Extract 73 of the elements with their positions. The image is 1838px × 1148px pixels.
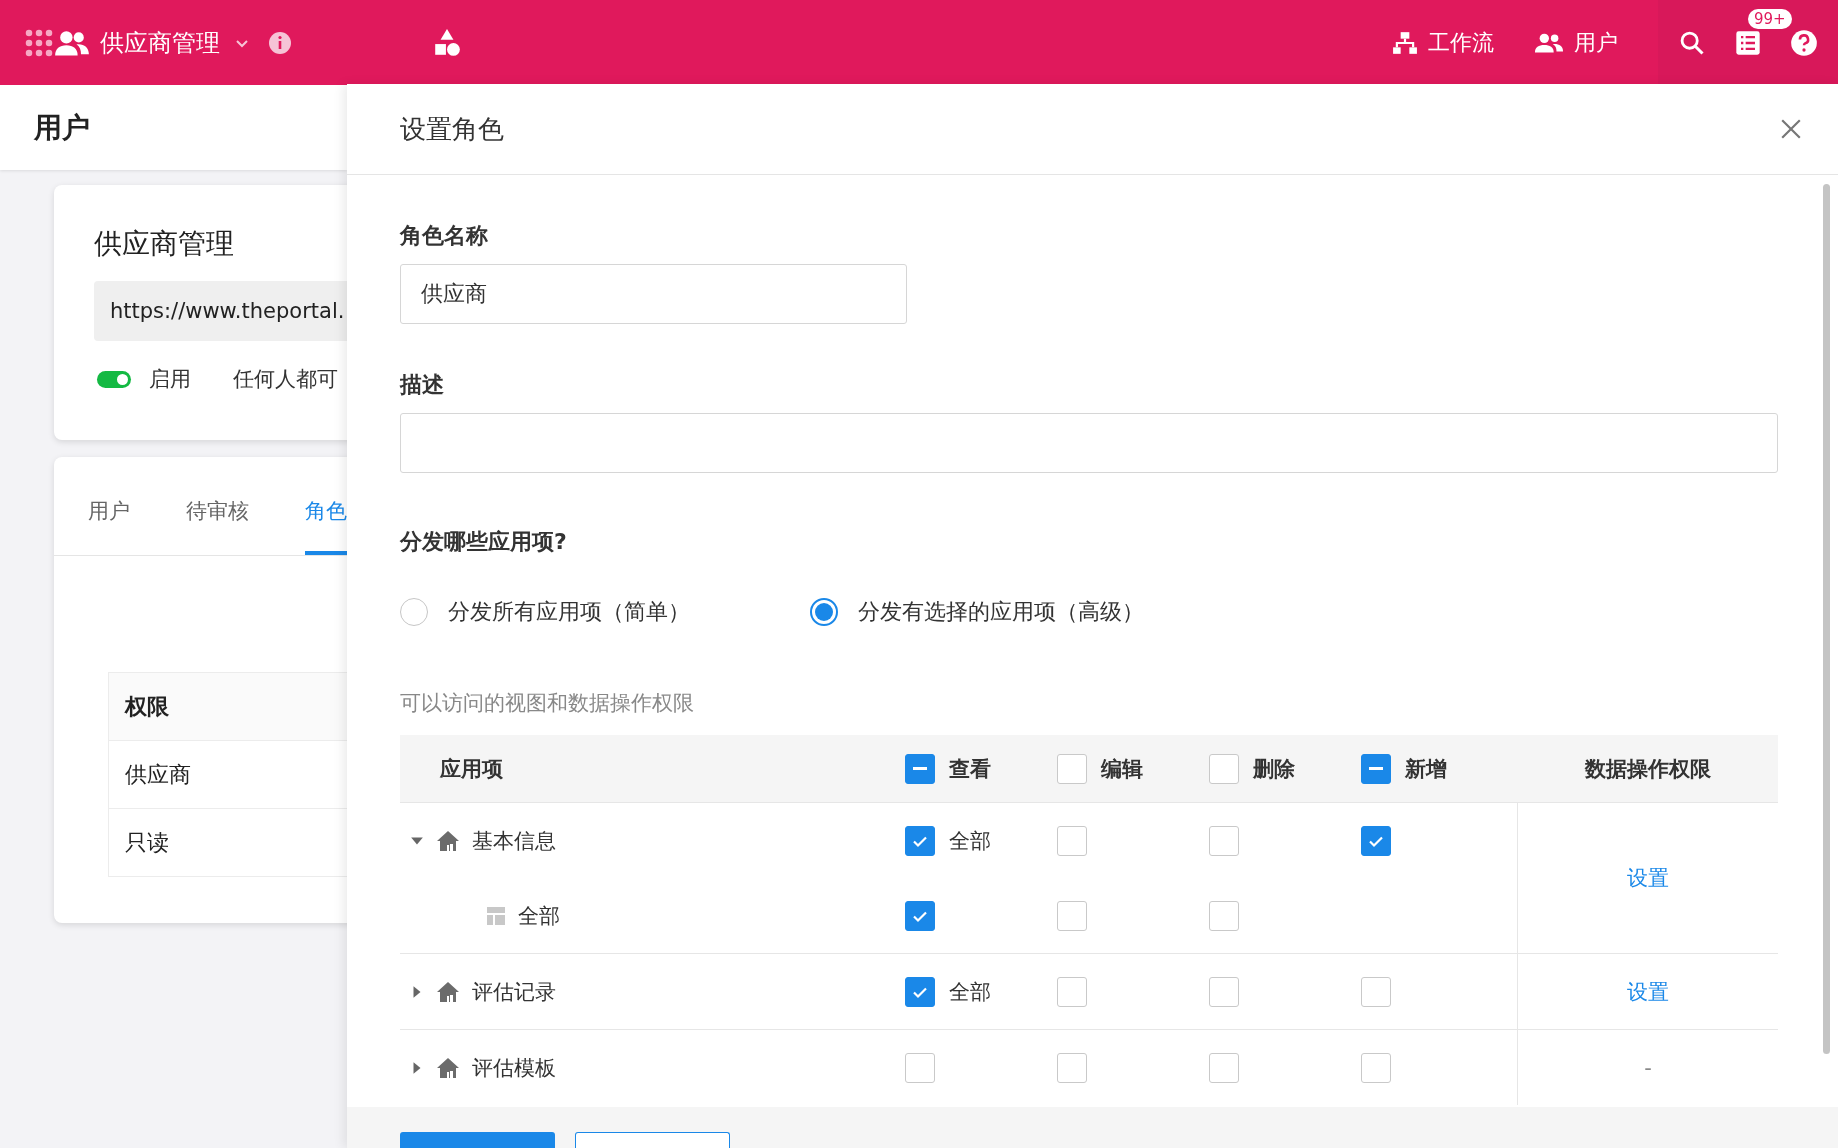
question-label: 分发哪些应用项? bbox=[400, 528, 568, 556]
top-nav-link[interactable]: 工作流 bbox=[1392, 27, 1494, 58]
settings-link[interactable]: 设置 bbox=[1627, 977, 1669, 1006]
secondary-button[interactable] bbox=[575, 1132, 730, 1148]
column-header: 删除 bbox=[1253, 755, 1295, 783]
top-nav-link[interactable]: 用户 bbox=[1534, 27, 1618, 58]
checkbox-label: 全部 bbox=[949, 978, 991, 1006]
table-icon bbox=[486, 905, 506, 926]
help-icon[interactable] bbox=[1790, 28, 1818, 57]
checkbox[interactable] bbox=[1361, 825, 1391, 856]
list-icon[interactable] bbox=[1734, 28, 1762, 57]
checkbox[interactable] bbox=[1209, 900, 1239, 931]
field-label: 角色名称 bbox=[400, 222, 489, 250]
minus-icon bbox=[1369, 767, 1383, 770]
checkbox[interactable] bbox=[1209, 753, 1239, 784]
checkbox[interactable] bbox=[1361, 1052, 1391, 1083]
dialog-title: 设置角色 bbox=[400, 112, 504, 146]
checkbox[interactable] bbox=[1057, 900, 1087, 931]
checkbox[interactable] bbox=[1057, 825, 1087, 856]
radio-option[interactable]: 分发所有应用项（简单） bbox=[400, 597, 810, 627]
checkbox[interactable] bbox=[1361, 976, 1391, 1007]
checkbox[interactable] bbox=[905, 900, 935, 931]
column-header: 新增 bbox=[1405, 755, 1447, 783]
column-header: 数据操作权限 bbox=[1584, 756, 1711, 781]
checkbox[interactable] bbox=[905, 825, 935, 856]
checkbox[interactable] bbox=[905, 976, 935, 1007]
item-name: 评估模板 bbox=[472, 1054, 556, 1082]
house-icon bbox=[436, 828, 460, 853]
radio-button[interactable] bbox=[810, 598, 838, 626]
house-icon bbox=[436, 979, 460, 1004]
portal-title: 供应商管理 bbox=[94, 226, 235, 262]
checkbox[interactable] bbox=[1209, 825, 1239, 856]
app-grid-icon[interactable] bbox=[24, 27, 54, 58]
app-title[interactable]: 供应商管理 bbox=[100, 26, 220, 59]
users-icon bbox=[54, 28, 90, 57]
checkbox[interactable] bbox=[1057, 976, 1087, 1007]
checkbox[interactable] bbox=[1057, 1052, 1087, 1083]
close-icon[interactable] bbox=[1780, 118, 1802, 140]
checkbox[interactable] bbox=[1361, 753, 1391, 784]
table-header-cell: 权限 bbox=[109, 673, 347, 740]
notification-badge: 99+ bbox=[1748, 8, 1792, 29]
radio-option[interactable]: 分发有选择的应用项（高级） bbox=[810, 597, 1220, 627]
checkbox-label: 全部 bbox=[949, 827, 991, 855]
permissions-caption: 可以访问的视图和数据操作权限 bbox=[400, 690, 695, 717]
tab[interactable]: 待审核 bbox=[186, 497, 249, 555]
checkbox[interactable] bbox=[905, 753, 935, 784]
role-name-field[interactable]: 供应商 bbox=[400, 264, 907, 324]
info-icon[interactable] bbox=[268, 30, 292, 55]
item-name: 基本信息 bbox=[472, 827, 556, 855]
page-title: 用户 bbox=[34, 109, 90, 146]
toggle-switch[interactable] bbox=[97, 370, 131, 388]
minus-icon bbox=[913, 767, 927, 770]
column-header: 查看 bbox=[949, 755, 991, 783]
hierarchy-icon bbox=[1392, 29, 1418, 56]
settings-link[interactable]: 设置 bbox=[1627, 864, 1669, 892]
checkbox[interactable] bbox=[1209, 1052, 1239, 1083]
field-label: 描述 bbox=[400, 371, 445, 399]
description-field[interactable] bbox=[400, 413, 1778, 473]
url-field[interactable]: https://www.theportal. bbox=[94, 281, 347, 341]
checkbox[interactable] bbox=[905, 1052, 935, 1083]
checkbox[interactable] bbox=[1209, 976, 1239, 1007]
item-name: 全部 bbox=[518, 902, 560, 930]
status-label: 启用 bbox=[149, 366, 191, 393]
empty-value: - bbox=[1644, 1055, 1652, 1080]
scrollbar[interactable] bbox=[1823, 184, 1830, 1054]
item-name: 评估记录 bbox=[472, 978, 556, 1006]
access-text: 任何人都可 bbox=[233, 366, 338, 393]
tab[interactable]: 用户 bbox=[88, 497, 130, 555]
house-icon bbox=[436, 1055, 460, 1080]
checkbox[interactable] bbox=[1057, 753, 1087, 784]
column-header: 编辑 bbox=[1101, 755, 1143, 783]
shapes-icon[interactable] bbox=[432, 27, 462, 58]
column-header: 应用项 bbox=[440, 755, 503, 783]
